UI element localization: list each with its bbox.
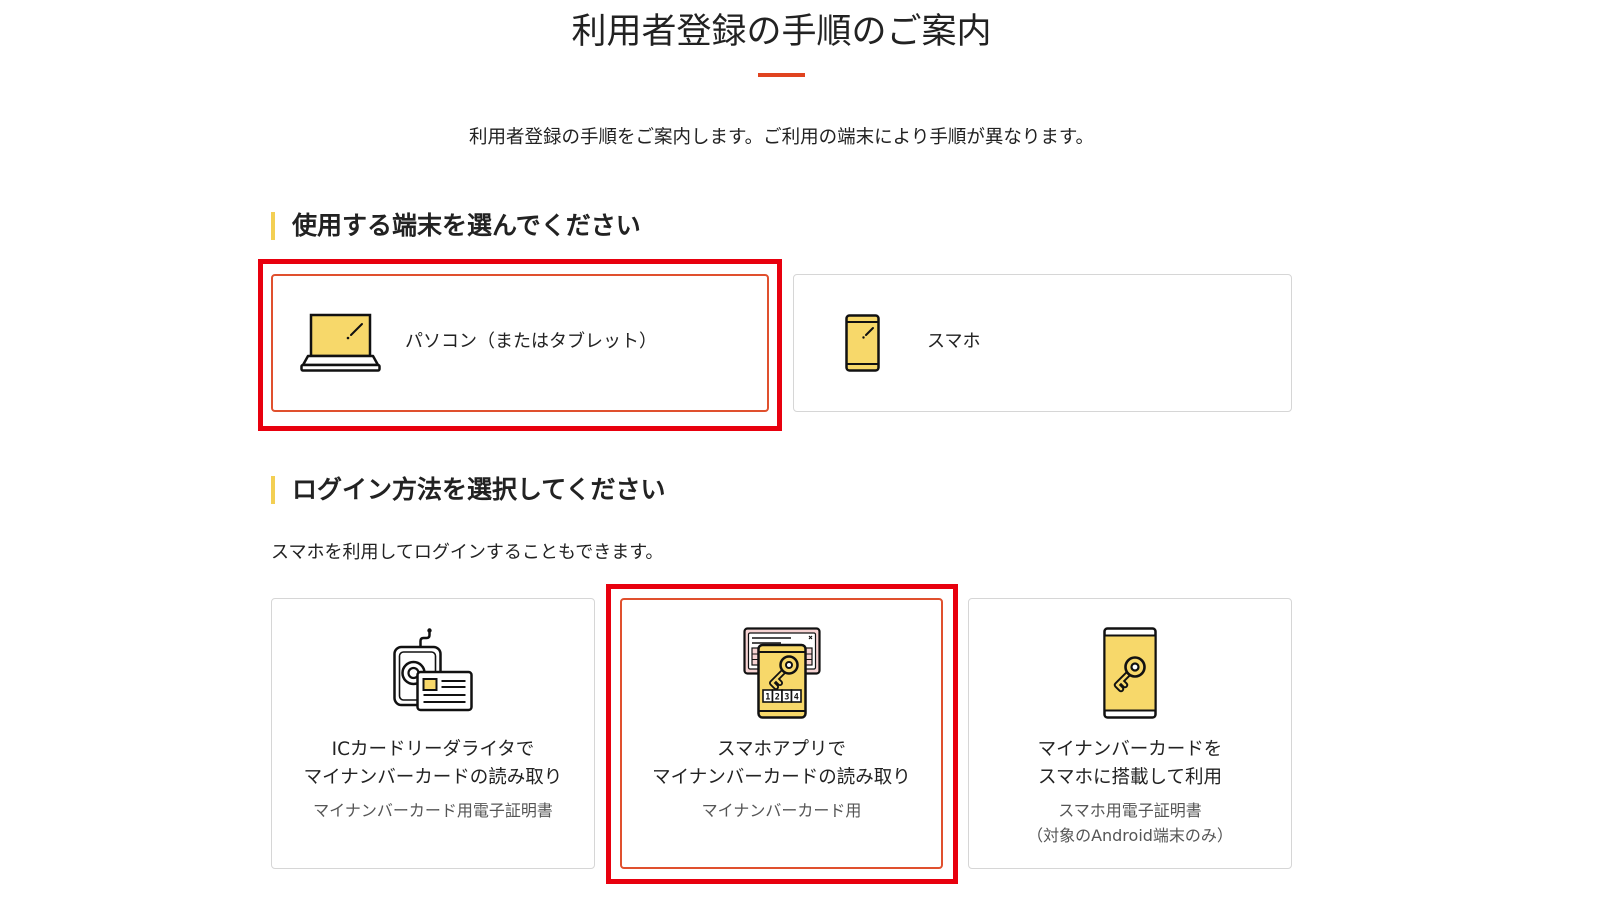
login-option-ic-card-reader[interactable]: ICカードリーダライタで マイナンバーカードの読み取り マイナンバーカード用電子… bbox=[271, 598, 595, 869]
login-option-subtitle: （対象のAndroid端末のみ） bbox=[1027, 826, 1233, 845]
login-option-text: マイナンバーカードを スマホに搭載して利用 スマホ用電子証明書 （対象のAndr… bbox=[969, 736, 1291, 848]
login-option-text: ICカードリーダライタで マイナンバーカードの読み取り マイナンバーカード用電子… bbox=[272, 736, 594, 823]
device-option-label: パソコン（またはタブレット） bbox=[405, 331, 657, 352]
pin-digit: 1 bbox=[765, 692, 770, 702]
page-title: 利用者登録の手順のご案内 bbox=[571, 12, 992, 52]
login-option-title-line: ICカードリーダライタで bbox=[331, 739, 535, 760]
laptop-icon bbox=[300, 313, 381, 372]
device-option-pc[interactable]: パソコン（またはタブレット） bbox=[271, 274, 769, 412]
login-option-title-line: マイナンバーカードの読み取り bbox=[303, 767, 563, 788]
login-option-title-line: マイナンバーカードを bbox=[1037, 739, 1223, 760]
login-option-smartphone-app[interactable]: 1 2 3 4 スマホアプリで マイナンバーカードの読み取り マイナンバーカード… bbox=[620, 598, 943, 869]
login-section-note: スマホを利用してログインすることもできます。 bbox=[271, 542, 664, 563]
device-option-smartphone[interactable]: スマホ bbox=[793, 274, 1292, 412]
heading-accent-bar bbox=[271, 212, 275, 240]
page-lead-text: 利用者登録の手順をご案内します。ご利用の端末により手順が異なります。 bbox=[469, 127, 1094, 148]
page: 利用者登録の手順のご案内 利用者登録の手順をご案内します。ご利用の端末により手順… bbox=[0, 0, 1600, 909]
device-section-heading-text: 使用する端末を選んでください bbox=[292, 211, 641, 240]
device-section-heading: 使用する端末を選んでください bbox=[271, 210, 1171, 242]
smartphone-key-icon bbox=[1103, 627, 1157, 719]
login-option-text: スマホアプリで マイナンバーカードの読み取り マイナンバーカード用 bbox=[622, 736, 941, 823]
login-option-title-line: スマホに搭載して利用 bbox=[1038, 767, 1222, 788]
heading-accent-bar bbox=[271, 476, 275, 504]
smartphone-card-reading-icon: 1 2 3 4 bbox=[742, 627, 821, 719]
login-option-subtitle: スマホ用電子証明書 bbox=[1058, 801, 1202, 820]
pin-digit: 3 bbox=[784, 692, 789, 702]
login-option-smartphone-certificate[interactable]: マイナンバーカードを スマホに搭載して利用 スマホ用電子証明書 （対象のAndr… bbox=[968, 598, 1292, 869]
pin-digit: 4 bbox=[793, 692, 798, 702]
login-option-title-line: スマホアプリで bbox=[717, 739, 846, 760]
smartphone-icon bbox=[845, 314, 880, 372]
login-section-heading: ログイン方法を選択してください bbox=[271, 474, 1171, 506]
login-option-title-line: マイナンバーカードの読み取り bbox=[652, 767, 911, 788]
ic-card-reader-icon bbox=[393, 628, 474, 713]
login-option-subtitle: マイナンバーカード用電子証明書 bbox=[313, 801, 553, 820]
device-option-label: スマホ bbox=[927, 331, 981, 352]
login-option-subtitle: マイナンバーカード用 bbox=[701, 801, 862, 820]
title-underline bbox=[758, 73, 805, 77]
login-section-heading-text: ログイン方法を選択してください bbox=[292, 475, 666, 504]
pin-digit: 2 bbox=[774, 692, 779, 702]
